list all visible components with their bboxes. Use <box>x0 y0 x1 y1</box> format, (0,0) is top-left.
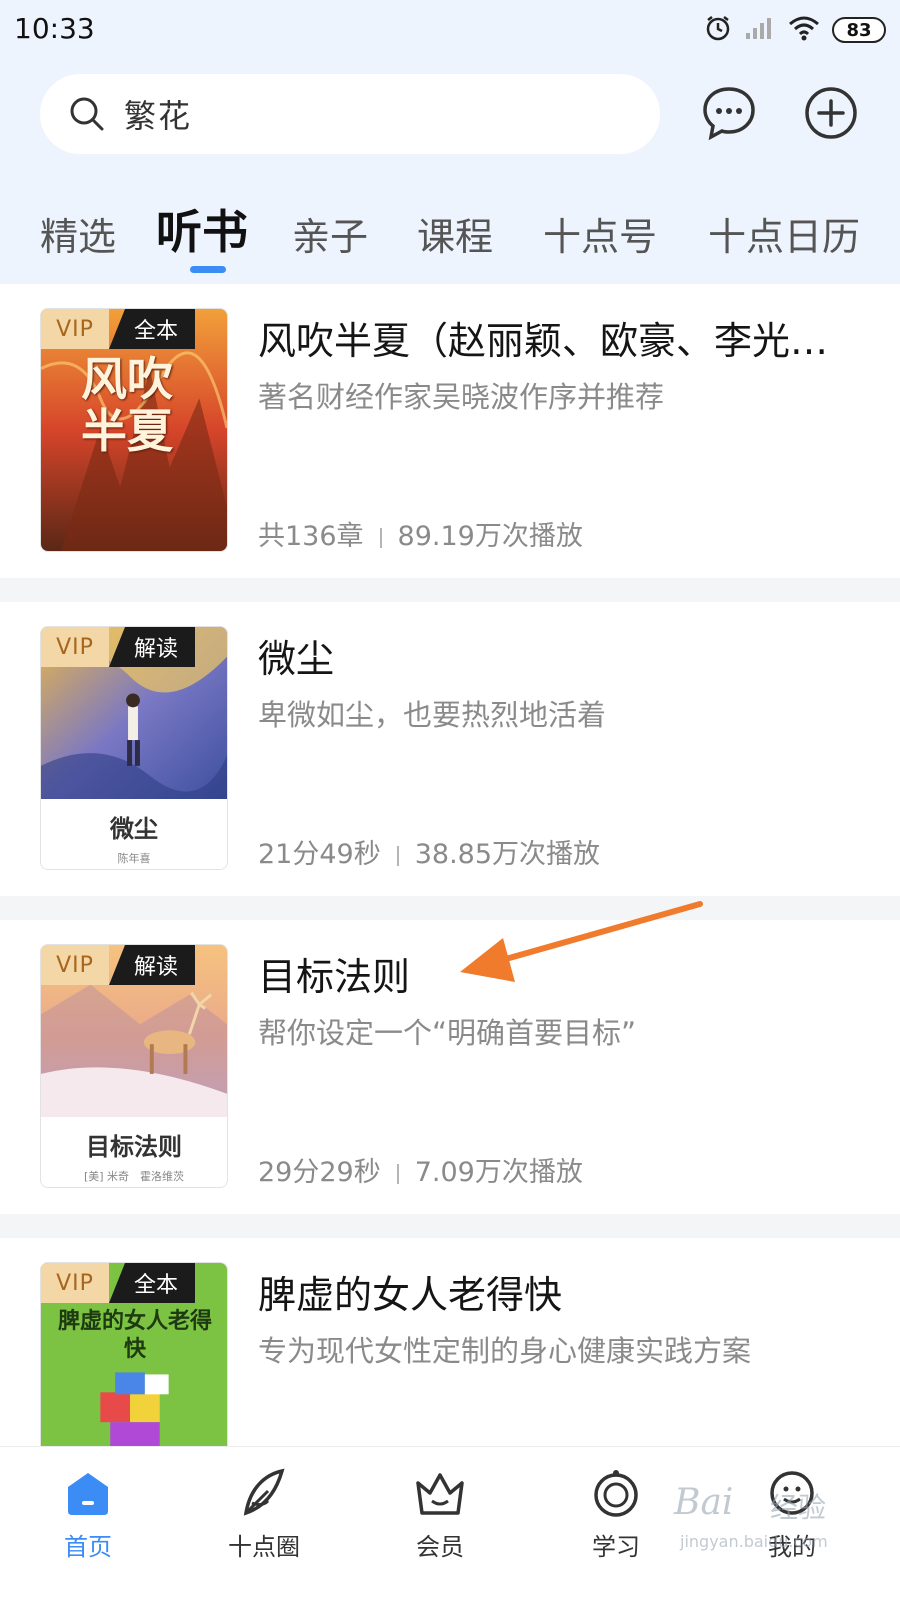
signal-icon <box>744 15 776 45</box>
list-item[interactable]: 脾虚的女人老得快 VIP 全本 脾虚的女人老得快 专为现代女性定制的身心健康实践… <box>0 1238 900 1452</box>
list-item[interactable]: 目标法则 [美] 米奇 霍洛维茨 VIP 解读 目标法则 帮你设定一个“明确首要… <box>0 920 900 1214</box>
item-title[interactable]: 脾虚的女人老得快 <box>258 1264 858 1319</box>
wifi-icon <box>788 15 820 45</box>
nav-membership[interactable]: 会员 <box>352 1447 528 1600</box>
meta-divider <box>379 527 382 548</box>
item-description: 卑微如尘，也要热烈地活着 <box>258 698 607 732</box>
duration: 21分49秒 <box>258 839 381 870</box>
search-query: 繁花 <box>124 97 193 135</box>
item-title[interactable]: 风吹半夏（赵丽颖、欧豪、李光洁... <box>258 310 858 365</box>
list-item[interactable]: 微尘 陈年喜 VIP 解读 微尘 卑微如尘，也要热烈地活着 21分49秒 38.8… <box>0 602 900 896</box>
play-count: 89.19万次播放 <box>397 521 583 552</box>
cover-author: 陈年喜 <box>117 852 151 865</box>
item-description: 著名财经作家吴晓波作序并推荐 <box>258 380 665 414</box>
feather-icon <box>236 1465 292 1521</box>
watermark: Bai 经验 jingyan.baidu.com <box>670 1474 880 1574</box>
tab-courses[interactable]: 课程 <box>417 206 493 261</box>
tab-parenting[interactable]: 亲子 <box>292 206 368 261</box>
plus-circle-icon <box>803 85 859 145</box>
badge: VIP 全本 <box>41 309 195 349</box>
play-count: 7.09万次播放 <box>414 1157 583 1188</box>
tab-audiobooks[interactable]: 听书 <box>156 196 248 262</box>
item-meta: 共136章 89.19万次播放 <box>258 514 583 553</box>
vip-badge: VIP <box>41 945 109 985</box>
search-input[interactable]: 繁花 <box>40 74 660 154</box>
cover-footer: 目标法则 [美] 米奇 霍洛维茨 <box>41 1117 227 1187</box>
cover-title: 目标法则 <box>86 1132 182 1161</box>
watermark-url: jingyan.baidu.com <box>680 1532 828 1551</box>
message-button[interactable] <box>700 86 758 144</box>
status-bar: 10:33 83 <box>0 0 900 60</box>
cover-author: [美] 米奇 霍洛维茨 <box>83 1170 185 1183</box>
vip-badge: VIP <box>41 309 109 349</box>
cover-title: 微尘 <box>110 814 158 843</box>
book-cover: 目标法则 [美] 米奇 霍洛维茨 VIP 解读 <box>40 944 228 1188</box>
duration: 29分29秒 <box>258 1157 381 1188</box>
vip-badge: VIP <box>41 627 109 667</box>
type-badge: 解读 <box>109 627 195 667</box>
nav-label-circle: 十点圈 <box>228 1533 300 1561</box>
nav-label-home: 首页 <box>64 1533 112 1561</box>
item-description: 专为现代女性定制的身心健康实践方案 <box>258 1334 752 1368</box>
tab-indicator <box>190 266 226 273</box>
tab-calendar[interactable]: 十点日历 <box>708 206 860 261</box>
type-badge: 解读 <box>109 945 195 985</box>
nav-label-membership: 会员 <box>416 1533 464 1561</box>
book-cover: 脾虚的女人老得快 VIP 全本 <box>40 1262 228 1452</box>
search-icon <box>68 94 108 134</box>
watermark-logo: Bai <box>674 1482 734 1523</box>
study-icon <box>588 1465 644 1521</box>
meta-divider <box>396 1163 399 1184</box>
book-cover: 风吹半夏 VIP 全本 <box>40 308 228 552</box>
home-icon <box>60 1465 116 1521</box>
alarm-icon <box>704 14 732 46</box>
add-button[interactable] <box>802 86 860 144</box>
watermark-text: 经验 <box>770 1491 827 1524</box>
vip-badge: VIP <box>41 1263 109 1303</box>
divider <box>0 1214 900 1238</box>
cover-footer: 微尘 陈年喜 <box>41 799 227 869</box>
tab-shidianhao[interactable]: 十点号 <box>543 206 657 261</box>
item-description: 帮你设定一个“明确首要目标” <box>258 1016 637 1050</box>
type-badge: 全本 <box>109 309 195 349</box>
badge: VIP 解读 <box>41 945 195 985</box>
chapter-count: 共136章 <box>258 521 364 552</box>
book-cover: 微尘 陈年喜 VIP 解读 <box>40 626 228 870</box>
item-meta: 21分49秒 38.85万次播放 <box>258 832 600 871</box>
play-count: 38.85万次播放 <box>414 839 601 870</box>
nav-home[interactable]: 首页 <box>0 1447 176 1600</box>
divider <box>0 896 900 920</box>
badge: VIP 解读 <box>41 627 195 667</box>
divider <box>0 578 900 602</box>
nav-circle[interactable]: 十点圈 <box>176 1447 352 1600</box>
status-time: 10:33 <box>14 12 95 45</box>
cover-art-text: 风吹半夏 <box>81 352 173 458</box>
battery-indicator: 83 <box>832 17 886 43</box>
crown-icon <box>412 1465 468 1521</box>
tab-featured[interactable]: 精选 <box>40 206 116 261</box>
item-title[interactable]: 微尘 <box>258 628 858 683</box>
nav-label-study: 学习 <box>592 1533 640 1561</box>
badge: VIP 全本 <box>41 1263 195 1303</box>
annotation-arrow <box>460 901 703 982</box>
meta-divider <box>396 845 399 866</box>
item-meta: 29分29秒 7.09万次播放 <box>258 1150 583 1189</box>
cover-art-text: 脾虚的女人老得快 <box>57 1308 212 1362</box>
status-icons: 83 <box>704 14 886 46</box>
type-badge: 全本 <box>109 1263 195 1303</box>
list-item[interactable]: 风吹半夏 VIP 全本 风吹半夏（赵丽颖、欧豪、李光洁... 著名财经作家吴晓波… <box>0 284 900 578</box>
category-tabs: 精选 听书 亲子 课程 十点号 十点日历 <box>0 196 900 276</box>
chat-bubble-icon <box>701 85 757 145</box>
